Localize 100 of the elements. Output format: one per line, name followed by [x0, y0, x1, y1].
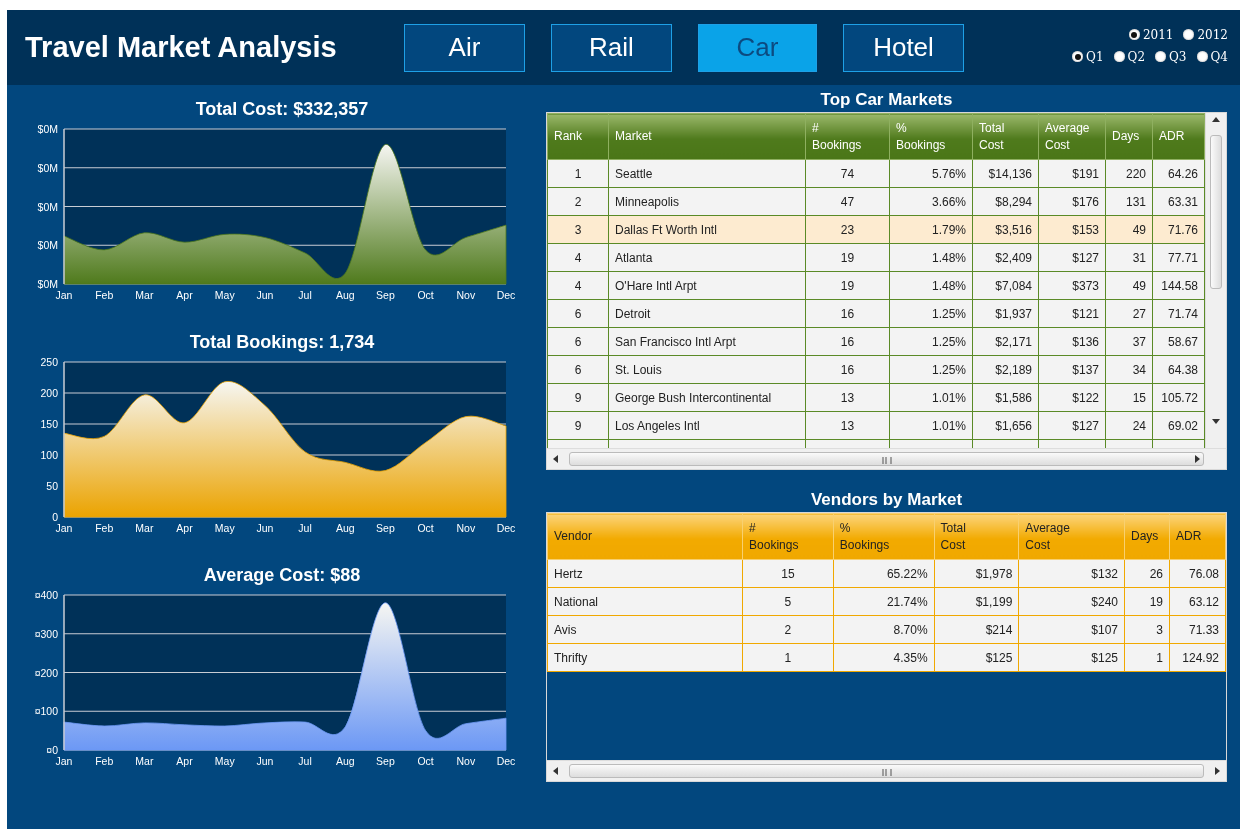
axis-label: Sep [376, 755, 395, 767]
axis-label: 200 [40, 387, 58, 399]
column-header[interactable]: Days [1124, 513, 1170, 560]
table-cell: 13 [805, 383, 890, 412]
table-row[interactable]: Thrifty 1 4.35% $125 $125 1 124.92 [547, 643, 1226, 672]
table-cell: 1 [1124, 643, 1170, 672]
table-cell: 31 [1105, 243, 1153, 272]
table-cell: 58.67 [1152, 327, 1205, 356]
axis-label: ¤300 [34, 627, 58, 640]
table-cell: 6 [547, 299, 609, 328]
axis-label: Dec [496, 755, 516, 767]
table-cell: George Bush Intercontinental [608, 383, 806, 412]
table-row[interactable]: National 5 21.74% $1,199 $240 19 63.12 [547, 587, 1226, 616]
column-header[interactable]: Vendor [547, 513, 743, 560]
column-header[interactable]: # Bookings [805, 113, 890, 160]
radio-button[interactable]: 2012 [1183, 27, 1228, 42]
table-cell: 77.71 [1152, 243, 1205, 272]
table-cell: 19 [805, 271, 890, 300]
table-cell: $373 [1038, 271, 1106, 300]
table-cell: 4.35% [833, 643, 935, 672]
table-cell: $1,586 [972, 383, 1039, 412]
table-row[interactable]: 1 Seattle 74 5.76% $14,136 $191 220 64.26 [547, 159, 1205, 188]
table-row[interactable]: 9 George Bush Intercontinental 13 1.01% $1,586 $122 15 105.72 [547, 383, 1205, 412]
table-cell: 5 [742, 587, 834, 616]
column-header[interactable]: ADR [1169, 513, 1226, 560]
column-header[interactable]: # Bookings [742, 513, 834, 560]
table-cell: 1.01% [889, 383, 973, 412]
axis-label: Jun [256, 755, 274, 767]
column-header[interactable]: Rank [547, 113, 609, 160]
axis-label: Jul [298, 755, 312, 767]
table-row[interactable]: 4 O'Hare Intl Arpt 19 1.48% $7,084 $373 49 144.58 [547, 271, 1205, 300]
table-cell: 23 [805, 215, 890, 244]
table-cell: 21.74% [833, 587, 935, 616]
table-cell: 144.58 [1152, 271, 1205, 300]
radio-button[interactable]: Q2 [1113, 49, 1146, 64]
axis-label: Jun [256, 289, 274, 301]
table-cell: 49 [1105, 215, 1153, 244]
axis-label: Feb [95, 755, 114, 767]
table-cell: 105.72 [1152, 383, 1205, 412]
table-cell: $1,937 [972, 299, 1039, 328]
horizontal-scrollbar[interactable] [547, 760, 1226, 781]
horizontal-scrollbar[interactable] [547, 448, 1226, 469]
radio-button[interactable]: Q4 [1196, 49, 1228, 64]
table-cell: 71.76 [1152, 215, 1205, 244]
column-header[interactable]: Average Cost [1038, 113, 1106, 160]
table-cell: $8,294 [972, 187, 1039, 216]
axis-label: Sep [376, 522, 395, 534]
table-cell: Seattle [608, 159, 806, 188]
nav-tab[interactable]: Rail [551, 23, 672, 72]
table-cell: 71.74 [1152, 299, 1205, 328]
axis-label: May [214, 289, 235, 301]
column-header[interactable]: Days [1105, 113, 1153, 160]
axis-label: Apr [176, 522, 193, 534]
column-header[interactable]: Total Cost [972, 113, 1039, 160]
nav-tab[interactable]: Hotel [843, 23, 964, 72]
table-row[interactable]: 6 San Francisco Intl Arpt 16 1.25% $2,171 $136 37 58.67 [547, 327, 1205, 356]
table-cell: 2 [742, 615, 834, 644]
table-row[interactable]: 4 Atlanta 19 1.48% $2,409 $127 31 77.71 [547, 243, 1205, 272]
table-cell: 9 [547, 383, 609, 412]
table-row[interactable]: 9 Los Angeles Intl 13 1.01% $1,656 $127 24 69.02 [547, 411, 1205, 440]
column-header[interactable]: ADR [1152, 113, 1205, 160]
table-cell: $136 [1038, 327, 1106, 356]
table-row[interactable]: Hertz 15 65.22% $1,978 $132 26 76.08 [547, 559, 1226, 588]
table-cell: Los Angeles Intl [608, 411, 806, 440]
table-cell: 1.25% [889, 299, 973, 328]
column-header[interactable]: Average Cost [1018, 513, 1125, 560]
table-cell: San Francisco Intl Arpt [608, 327, 806, 356]
column-header[interactable]: Market [608, 113, 806, 160]
table-cell: $107 [1018, 615, 1125, 644]
axis-label: Mar [135, 522, 154, 534]
axis-label: $0M [37, 200, 58, 213]
table-cell: 47 [805, 187, 890, 216]
radio-button[interactable]: Q1 [1072, 49, 1104, 64]
table-cell: 27 [1105, 299, 1153, 328]
table-row[interactable]: 6 Detroit 16 1.25% $1,937 $121 27 71.74 [547, 299, 1205, 328]
table-cell: 16 [805, 355, 890, 384]
column-header[interactable]: % Bookings [889, 113, 973, 160]
radio-button[interactable]: 2011 [1128, 27, 1174, 42]
axis-label: Feb [95, 289, 114, 301]
axis-label: Jan [55, 289, 73, 301]
table-row[interactable]: 3 Dallas Ft Worth Intl 23 1.79% $3,516 $153 49 71.76 [547, 215, 1205, 244]
axis-label: ¤400 [34, 589, 58, 601]
table-row[interactable]: 2 Minneapolis 47 3.66% $8,294 $176 131 63.31 [547, 187, 1205, 216]
column-header[interactable]: Total Cost [934, 513, 1019, 560]
table-cell: 4 [547, 243, 609, 272]
column-header[interactable]: % Bookings [833, 513, 935, 560]
table-row[interactable]: 6 St. Louis 16 1.25% $2,189 $137 34 64.38 [547, 355, 1205, 384]
table-cell: Avis [547, 615, 743, 644]
table-title: Vendors by Market [809, 490, 964, 511]
table-cell: 1 [547, 159, 609, 188]
table-cell: 1.25% [889, 327, 973, 356]
table-cell: $176 [1038, 187, 1106, 216]
radio-button[interactable]: Q3 [1155, 49, 1187, 64]
axis-label: ¤0 [46, 744, 58, 756]
axis-label: Mar [135, 289, 154, 301]
axis-label: Aug [335, 289, 355, 301]
table-row[interactable]: Avis 2 8.70% $214 $107 3 71.33 [547, 615, 1226, 644]
axis-label: 0 [52, 511, 58, 523]
axis-label: Jul [298, 522, 312, 534]
nav-tab[interactable]: Air [404, 23, 525, 72]
